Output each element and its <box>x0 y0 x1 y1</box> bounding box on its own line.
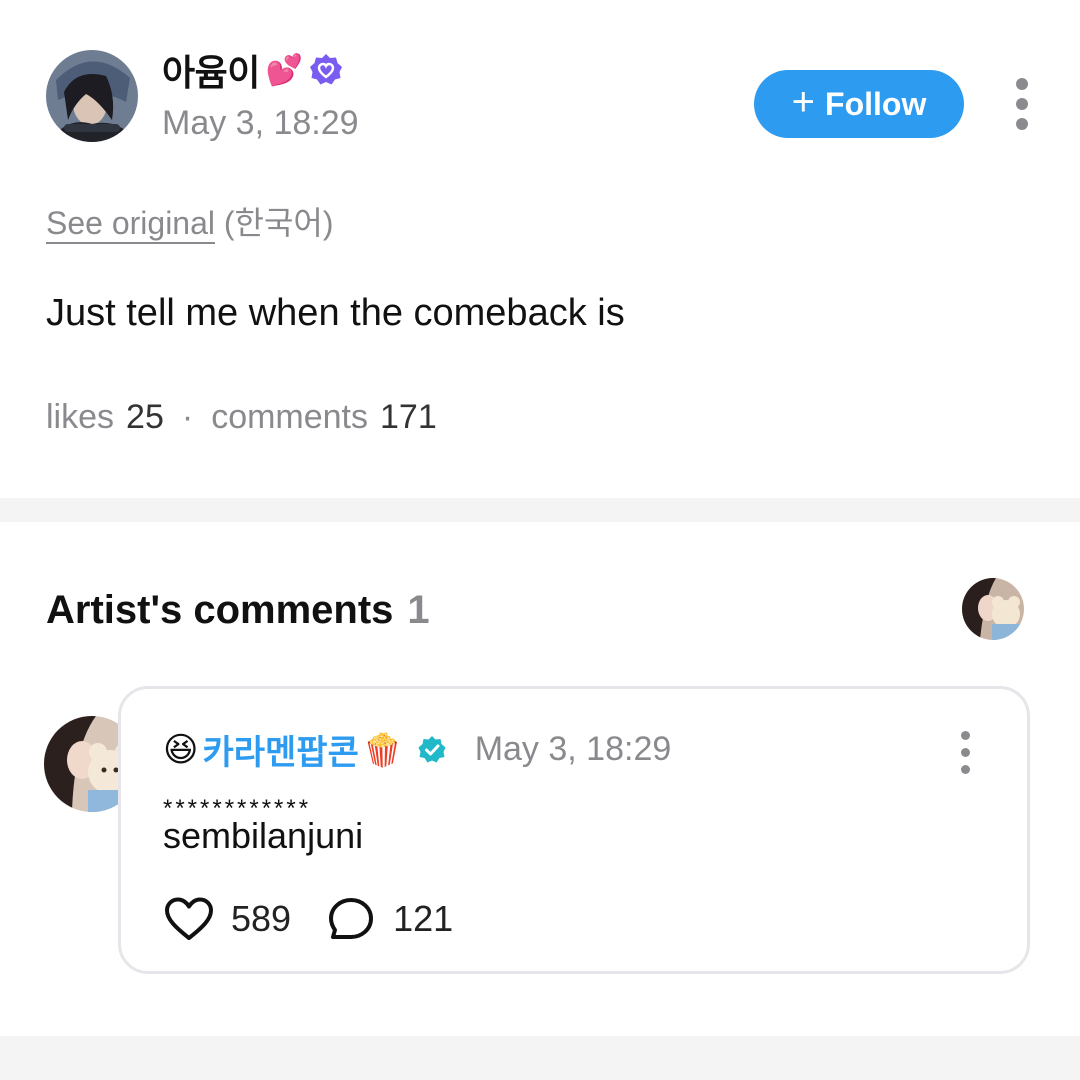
author-avatar[interactable] <box>46 50 138 142</box>
post-more-options-icon[interactable] <box>1010 78 1034 130</box>
comment-timestamp: May 3, 18:29 <box>474 730 672 768</box>
likes-count[interactable]: 25 <box>126 398 164 437</box>
artist-avatar[interactable] <box>962 578 1024 640</box>
original-language: (한국어) <box>223 205 334 241</box>
comment-actions: 589 121 <box>163 895 453 943</box>
stats-separator: · <box>181 398 194 436</box>
artist-comments-section: Artist's comments 1 😆 카라멘팝콘 🍿 May 3, 18:… <box>0 522 1080 1036</box>
comments-count[interactable]: 171 <box>380 398 437 437</box>
speech-bubble-icon[interactable] <box>327 895 379 943</box>
artist-comment-card[interactable]: 😆 카라멘팝콘 🍿 May 3, 18:29 ************ semb… <box>118 686 1030 974</box>
comment-body-text: sembilanjuni <box>163 815 364 856</box>
commenter-header: 😆 카라멘팝콘 🍿 May 3, 18:29 <box>163 725 671 774</box>
commenter-name[interactable]: 카라멘팝콘 <box>202 725 358 774</box>
comment-like-count: 589 <box>231 898 292 939</box>
likes-label: likes <box>46 398 115 436</box>
post-card: 아윰이 💕 May 3, 18:29 + Follow See original… <box>0 0 1080 498</box>
verified-badge-icon <box>309 53 343 87</box>
verified-artist-badge-icon <box>417 735 447 765</box>
comment-reply-count: 121 <box>393 898 454 939</box>
artist-comments-count: 1 <box>407 588 430 632</box>
two-hearts-emoji-icon: 💕 <box>265 53 303 87</box>
comments-label: comments <box>211 398 369 436</box>
translation-note: See original (한국어) <box>46 198 334 244</box>
heart-outline-icon[interactable] <box>163 895 215 943</box>
post-timestamp: May 3, 18:29 <box>162 104 359 142</box>
follow-label: Follow <box>825 85 927 122</box>
artist-comments-title: Artist's comments <box>46 588 394 632</box>
post-stats: likes 25 · comments 171 <box>46 398 437 437</box>
post-body-text: Just tell me when the comeback is <box>46 292 625 334</box>
author-name-row: 아윰이 💕 <box>162 44 343 96</box>
comment-more-options-icon[interactable] <box>953 731 977 774</box>
laughing-emoji-icon: 😆 <box>163 730 199 769</box>
author-name[interactable]: 아윰이 <box>162 44 260 96</box>
artist-comments-heading: Artist's comments 1 <box>46 588 430 633</box>
see-original-link[interactable]: See original <box>46 205 215 241</box>
follow-button[interactable]: + Follow <box>754 70 964 138</box>
popcorn-emoji-icon: 🍿 <box>362 731 403 768</box>
plus-icon: + <box>791 80 816 124</box>
